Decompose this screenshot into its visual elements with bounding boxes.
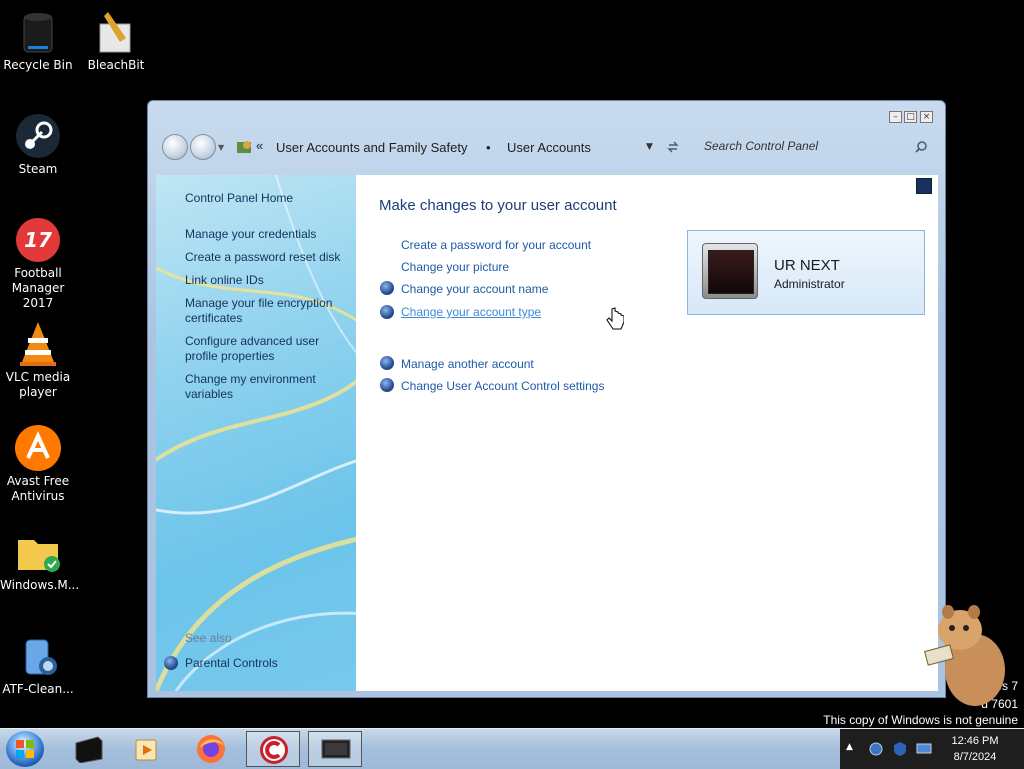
search-input[interactable]: Search Control Panel xyxy=(704,139,818,153)
breadcrumb-separator[interactable]: • xyxy=(486,140,491,155)
content-area: Control Panel Home Manage your credentia… xyxy=(156,175,938,691)
shield-tray-icon[interactable] xyxy=(892,741,908,757)
address-dropdown-icon[interactable]: ▼ xyxy=(646,142,653,152)
shield-icon xyxy=(164,656,178,670)
desktop-icon-label: Football Manager 2017 xyxy=(11,266,65,310)
user-role: Administrator xyxy=(774,277,845,291)
sidebar-link-advanced-profile[interactable]: Configure advanced user profile properti… xyxy=(185,334,350,364)
taskbar-clock[interactable]: 12:46 PM 8/7/2024 xyxy=(944,733,1006,765)
svg-text:17: 17 xyxy=(24,228,52,252)
desktop-icon-label: VLC media player xyxy=(5,370,71,399)
shield-icon xyxy=(380,305,394,319)
control-panel-icon xyxy=(237,141,251,153)
folder-icon xyxy=(14,528,62,576)
control-panel-window: – □ × ▼ « User Accounts and Family Safet… xyxy=(147,100,946,698)
system-tray: ▲ 12:46 PM 8/7/2024 xyxy=(840,729,1024,769)
desktop-icon-label: Recycle Bin xyxy=(3,58,73,72)
network-icon[interactable] xyxy=(868,741,884,757)
clock-time: 12:46 PM xyxy=(951,735,999,747)
desktop-icon-avast[interactable]: Avast Free Antivirus xyxy=(0,424,76,504)
create-password-link[interactable]: Create a password for your account xyxy=(401,238,591,252)
control-panel-window-icon xyxy=(321,739,351,759)
search-icon[interactable] xyxy=(914,140,928,154)
desktop-icon-bleachbit[interactable]: BleachBit xyxy=(78,8,154,73)
hamster-mascot-icon xyxy=(924,605,1005,706)
desktop-icon-steam[interactable]: Steam xyxy=(0,112,76,177)
sidebar-link-environment-variables[interactable]: Change my environment variables xyxy=(185,372,350,402)
back-button[interactable] xyxy=(162,134,188,160)
shield-icon xyxy=(380,378,394,392)
manage-another-account-link[interactable]: Manage another account xyxy=(401,357,534,371)
media-player-icon xyxy=(135,739,157,761)
ccleaner-icon xyxy=(260,736,288,764)
desktop-icon-recycle-bin[interactable]: Recycle Bin xyxy=(0,8,76,73)
user-account-tile: UR NEXT Administrator xyxy=(687,230,925,315)
user-avatar xyxy=(702,243,758,299)
parental-controls-link[interactable]: Parental Controls xyxy=(185,656,350,671)
hand-cursor-icon xyxy=(606,307,624,330)
shield-icon xyxy=(380,281,394,295)
recent-pages-dropdown[interactable]: ▼ xyxy=(218,143,224,152)
address-bar[interactable]: « User Accounts and Family Safety • User… xyxy=(232,133,687,161)
desktop-icon-label: Avast Free Antivirus xyxy=(6,474,70,503)
taskbar-control-panel-button[interactable] xyxy=(308,731,362,767)
watermark-genuine: This copy of Windows is not genuine xyxy=(823,713,1018,727)
navigation-bar: ▼ « User Accounts and Family Safety • Us… xyxy=(158,131,938,165)
desktop-icon-label: Steam xyxy=(18,162,58,176)
vlc-icon xyxy=(14,320,62,368)
sidebar-link-manage-credentials[interactable]: Manage your credentials xyxy=(185,227,350,242)
search-box[interactable]: Search Control Panel xyxy=(696,135,934,159)
shield-icon xyxy=(380,356,394,370)
clock-date: 8/7/2024 xyxy=(953,751,997,763)
breadcrumb-user-accounts-family-safety[interactable]: User Accounts and Family Safety xyxy=(276,140,467,155)
show-hidden-icons-button[interactable]: ▲ xyxy=(846,742,853,752)
desktop-icon-label: ATF-Clean... xyxy=(2,682,74,696)
taskbar-ccleaner-button[interactable] xyxy=(246,731,300,767)
control-panel-home-link[interactable]: Control Panel Home xyxy=(185,191,350,206)
bleachbit-icon xyxy=(92,8,140,56)
change-account-name-link[interactable]: Change your account name xyxy=(401,282,548,296)
desktop-icon-atf-cleaner[interactable]: ATF-Clean... xyxy=(0,632,76,697)
desktop-icon-football-manager[interactable]: 17 Football Manager 2017 xyxy=(0,216,76,311)
refresh-icon[interactable] xyxy=(666,140,680,154)
avast-icon xyxy=(14,424,62,472)
help-icon[interactable] xyxy=(916,178,932,194)
atf-cleaner-icon xyxy=(14,632,62,680)
taskbar-firefox-button[interactable] xyxy=(184,731,238,767)
desktop-icon-vlc[interactable]: VLC media player xyxy=(0,320,76,400)
taskbar: ▲ 12:46 PM 8/7/2024 xyxy=(0,728,1024,769)
breadcrumb-chevron[interactable]: « xyxy=(256,138,263,153)
taskbar-media-player-button[interactable] xyxy=(120,731,174,767)
explorer-icon xyxy=(75,736,103,764)
sidebar-link-file-encryption[interactable]: Manage your file encryption certificates xyxy=(185,296,350,326)
desktop-icon-label: Windows.M... xyxy=(0,578,80,592)
desktop-icon-folder[interactable]: Windows.M... xyxy=(0,528,80,593)
breadcrumb-user-accounts[interactable]: User Accounts xyxy=(507,140,591,155)
page-title: Make changes to your user account xyxy=(379,197,617,214)
football-manager-icon: 17 xyxy=(14,216,62,264)
change-picture-link[interactable]: Change your picture xyxy=(401,260,509,274)
taskbar-explorer-button[interactable] xyxy=(62,731,116,767)
change-account-type-link[interactable]: Change your account type xyxy=(401,305,541,319)
display-tray-icon[interactable] xyxy=(916,742,932,756)
forward-button[interactable] xyxy=(190,134,216,160)
user-name: UR NEXT xyxy=(774,257,840,274)
sidebar: Control Panel Home Manage your credentia… xyxy=(156,175,356,691)
minimize-button[interactable]: – xyxy=(889,111,902,123)
desktop-icon-label: BleachBit xyxy=(87,58,145,72)
close-button[interactable]: × xyxy=(920,111,933,123)
main-panel: Make changes to your user account Create… xyxy=(356,175,938,691)
maximize-button[interactable]: □ xyxy=(904,111,917,123)
see-also-label: See also xyxy=(185,631,232,645)
steam-icon xyxy=(14,112,62,160)
windows-logo-icon xyxy=(16,740,34,758)
change-uac-settings-link[interactable]: Change User Account Control settings xyxy=(401,379,604,393)
recycle-bin-icon xyxy=(14,8,62,56)
firefox-icon xyxy=(197,735,225,763)
sidebar-link-password-reset-disk[interactable]: Create a password reset disk xyxy=(185,250,350,265)
sidebar-link-online-ids[interactable]: Link online IDs xyxy=(185,273,350,288)
start-button[interactable] xyxy=(6,731,44,767)
